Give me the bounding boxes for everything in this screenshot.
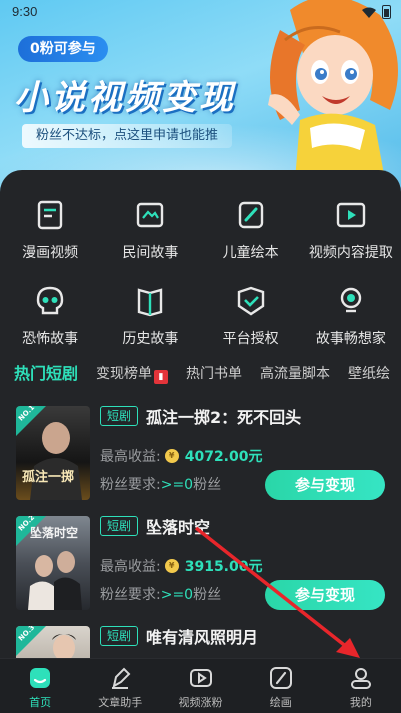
user-profile-icon (350, 668, 371, 689)
coin-icon: ¥ (164, 559, 179, 573)
drama-tag: 短剧 (100, 406, 139, 426)
folk-story-icon (137, 202, 164, 228)
tab-high-traffic-scripts[interactable]: 高流量脚本 (260, 362, 330, 386)
requirement-unit: 粉丝 (193, 587, 222, 603)
feature-label: 儿童绘本 (222, 245, 279, 261)
feature-horror-story[interactable]: 恐怖故事 (0, 284, 100, 348)
feature-label: 平台授权 (222, 331, 279, 347)
home-icon (30, 668, 51, 688)
earnings-row: 最高收益: ¥ 4072.00元 (100, 446, 262, 466)
fans-requirement-row: 粉丝要求:>=0粉丝 (100, 584, 221, 604)
feature-comic-video[interactable]: 漫画视频 (0, 198, 100, 262)
list-item[interactable]: NO.1 孤注一掷 短剧 孤注一掷2：死不回头 最高收益: ¥ 4072.00元… (0, 402, 401, 512)
feature-label: 视频内容提取 (308, 245, 393, 261)
drama-title: 孤注一掷2：死不回头 (146, 408, 302, 427)
nav-mine[interactable]: 我的 (321, 659, 401, 713)
nav-label: 绘画 (269, 696, 292, 709)
comic-video-icon (37, 200, 63, 230)
nav-drawing[interactable]: 绘画 (241, 659, 321, 713)
join-monetize-button[interactable]: 参与变现 (265, 580, 385, 610)
tab-hot-dramas[interactable]: 热门短剧 (14, 362, 78, 386)
drama-poster[interactable]: NO.3 (16, 626, 90, 660)
video-extract-icon (336, 202, 366, 228)
app-screen: 9:30 0粉可参与 小说视频变现 粉丝不达标，点这里申请也能推 漫画视频 民间… (0, 0, 401, 713)
brush-icon (269, 667, 292, 689)
wifi-icon (362, 7, 376, 18)
earnings-value: 4072.00元 (184, 449, 263, 465)
video-play-icon (189, 669, 212, 687)
feature-video-extract[interactable]: 视频内容提取 (301, 198, 401, 262)
nav-label: 文章助手 (98, 696, 143, 709)
nav-article-assistant[interactable]: 文章助手 (80, 659, 160, 713)
earnings-label: 最高收益: (100, 449, 161, 465)
category-tabs: 热门短剧 变现榜单 ▮ 热门书单 高流量脚本 壁纸绘 (14, 362, 401, 386)
drama-title: 唯有清风照明月 (146, 628, 259, 647)
poster-title: 坠落时空 (30, 526, 79, 540)
skull-icon (36, 286, 64, 315)
poster-title: 孤注一掷 (22, 470, 75, 485)
tab-wallpaper[interactable]: 壁纸绘 (348, 362, 390, 386)
status-icons (362, 5, 391, 19)
drama-tag: 短剧 (100, 626, 139, 646)
battery-icon (382, 5, 391, 19)
requirement-value: >=0 (160, 587, 194, 603)
earnings-value: 3915.00元 (184, 559, 263, 575)
drama-list: NO.1 孤注一掷 短剧 孤注一掷2：死不回头 最高收益: ¥ 4072.00元… (0, 402, 401, 660)
nav-label: 视频涨粉 (178, 696, 223, 709)
drama-poster[interactable]: NO.1 孤注一掷 (16, 406, 90, 500)
list-item[interactable]: NO.3 短剧 唯有清风照明月 (0, 622, 401, 660)
feature-folk-story[interactable]: 民间故事 (100, 198, 200, 262)
pen-nib-icon (112, 667, 131, 689)
drama-tag: 短剧 (100, 516, 139, 536)
rank-ribbon: NO.3 (16, 626, 46, 656)
feature-label: 民间故事 (122, 245, 179, 261)
earnings-label: 最高收益: (100, 559, 161, 575)
content-panel: 漫画视频 民间故事 儿童绘本 视频内容提取 恐怖故事 历史故事 平台授权 故事畅… (0, 170, 401, 660)
feature-platform-auth[interactable]: 平台授权 (201, 284, 301, 348)
cartoon-girl-illustration (268, 0, 398, 180)
drama-poster[interactable]: NO.2 坠落时空 (16, 516, 90, 610)
feature-label: 历史故事 (122, 331, 179, 347)
requirement-label: 粉丝要求: (100, 477, 161, 493)
banner-title: 小说视频变现 (14, 78, 236, 118)
bottom-navigation: 首页 文章助手 视频涨粉 绘画 我的 (0, 658, 401, 713)
join-monetize-button[interactable]: 参与变现 (265, 470, 385, 500)
feature-history-story[interactable]: 历史故事 (100, 284, 200, 348)
requirement-label: 粉丝要求: (100, 587, 161, 603)
coin-icon: ¥ (164, 449, 179, 463)
nav-label: 我的 (349, 696, 372, 709)
lightbulb-icon (340, 287, 362, 313)
rank-ribbon: NO.1 (16, 406, 46, 436)
status-time: 9:30 (12, 4, 38, 19)
banner-apply-link[interactable]: 粉丝不达标，点这里申请也能推 (22, 124, 233, 148)
nav-home[interactable]: 首页 (0, 659, 80, 713)
shield-check-icon (237, 286, 264, 316)
fans-requirement-row: 粉丝要求:>=0粉丝 (100, 474, 221, 494)
feature-picture-book[interactable]: 儿童绘本 (201, 198, 301, 262)
feature-label: 漫画视频 (22, 245, 79, 261)
nav-label: 首页 (29, 696, 52, 709)
feature-label: 恐怖故事 (22, 331, 79, 347)
picture-book-icon (238, 201, 263, 229)
list-item[interactable]: NO.2 坠落时空 短剧 坠落时空 最高收益: ¥ 3915.00元 粉丝要求:… (0, 512, 401, 622)
requirement-unit: 粉丝 (193, 477, 222, 493)
history-book-icon (138, 288, 163, 317)
feature-label: 故事畅想家 (315, 331, 386, 347)
feature-story-dreamer[interactable]: 故事畅想家 (301, 284, 401, 348)
tab-hot-booklist[interactable]: 热门书单 (186, 362, 242, 386)
zero-fans-tag: 0粉可参与 (18, 36, 108, 62)
hot-badge-icon: ▮ (154, 370, 169, 384)
feature-grid: 漫画视频 民间故事 儿童绘本 视频内容提取 恐怖故事 历史故事 平台授权 故事畅… (0, 198, 401, 348)
tab-earnings-rank[interactable]: 变现榜单 ▮ (96, 362, 169, 386)
drama-title: 坠落时空 (146, 518, 211, 537)
requirement-value: >=0 (160, 477, 194, 493)
status-bar: 9:30 (0, 0, 401, 24)
tab-label: 变现榜单 (96, 366, 153, 382)
earnings-row: 最高收益: ¥ 3915.00元 (100, 556, 262, 576)
nav-video-fans[interactable]: 视频涨粉 (160, 659, 240, 713)
